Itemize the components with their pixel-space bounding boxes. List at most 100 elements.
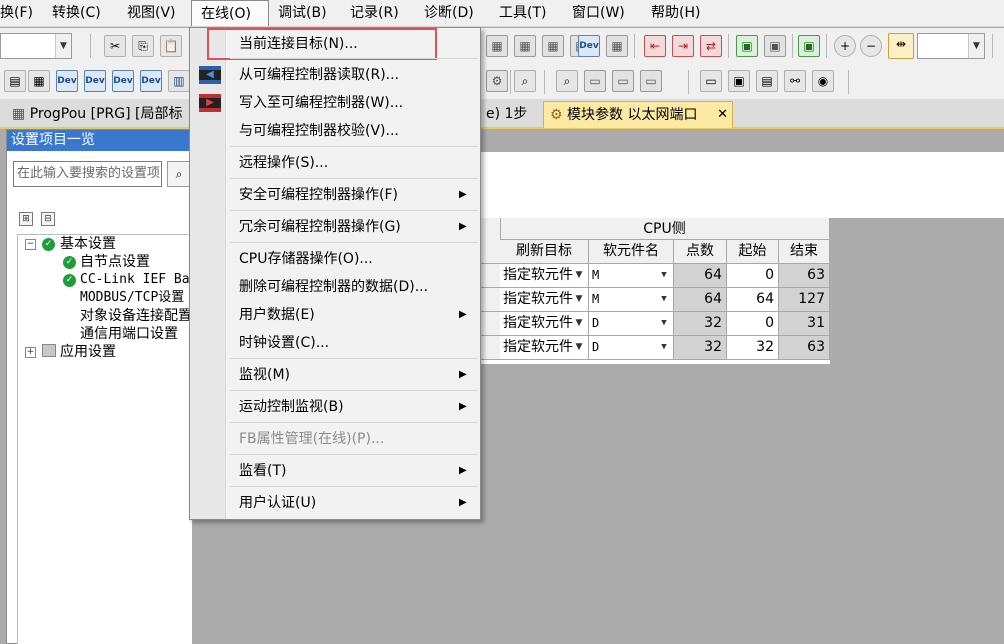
write-plc-icon[interactable]: ⇥ [672,35,694,57]
start-cell[interactable]: 64 [727,288,779,312]
tree-item-basic-settings[interactable]: 基本设置 [60,235,116,253]
start-cell[interactable]: 0 [727,264,779,288]
cross-ref-icon[interactable]: ▭ [612,70,634,92]
tree-item-communication-port[interactable]: 通信用端口设置 [80,325,178,343]
toolbar-separator [510,70,511,94]
collapse-all-icon[interactable]: ⊟ [41,212,55,226]
module-icon[interactable]: ▭ [700,70,722,92]
menu-item-redundant-plc[interactable]: 冗余可编程控制器操作(G) [239,212,469,242]
device-icon[interactable]: Dev [84,70,106,92]
monitor-icon[interactable]: ▦ [486,35,508,57]
save-ladder-icon[interactable]: ▦ [28,70,50,92]
menu-item-cpu-memory[interactable]: CPU存储器操作(O)... [239,244,469,274]
device-name-value: M [592,292,600,306]
tab-program-steps[interactable]: e) 1步 [480,101,533,128]
expand-icon[interactable]: + [25,347,36,358]
device-name-select[interactable]: D ▼ [589,312,674,336]
binoculars-icon[interactable]: ⌕ [167,161,191,187]
disconnect-icon[interactable]: ▣ [764,35,786,57]
settings-icon[interactable]: ⚙ [486,70,508,92]
device-icon[interactable]: Dev [140,70,162,92]
expand-all-icon[interactable]: ⊞ [19,212,33,226]
menu-debug[interactable]: 调试(B) [278,0,327,26]
tree-item-cclink-ief-basic[interactable]: CC-Link IEF Basic设置 [80,271,192,289]
menu-item-read-plc[interactable]: 从可编程控制器读取(R)... [239,60,469,90]
start-cell[interactable]: 0 [727,312,779,336]
menu-convert-partial[interactable]: 换(F) [0,0,33,26]
monitor-write-icon[interactable]: ▦ [542,35,564,57]
menu-online[interactable]: 在线(O) [191,0,269,26]
menu-item-verify-plc[interactable]: 与可编程控制器校验(V)... [239,116,469,146]
device-name-select[interactable]: M ▼ [589,264,674,288]
device-icon[interactable]: Dev [112,70,134,92]
menu-tools[interactable]: 工具(T) [499,0,546,26]
replace-icon[interactable]: ▭ [584,70,606,92]
collapse-icon[interactable]: − [25,239,36,250]
device-name-select[interactable]: M ▼ [589,288,674,312]
copy-icon[interactable]: ⎘ [132,35,154,57]
verify-plc-icon[interactable]: ⇄ [700,35,722,57]
zoom-in-icon[interactable]: + [834,35,856,57]
refresh-target-select[interactable]: 指定软元件 ▼ [500,288,589,312]
device-test-icon[interactable]: ▦ [606,35,628,57]
find-icon[interactable]: ⌕ [514,70,536,92]
menu-help[interactable]: 帮助(H) [651,0,700,26]
menu-item-watch[interactable]: 监看(T) [239,456,469,486]
menu-diagnostics[interactable]: 诊断(D) [424,0,474,26]
zoom-out-icon[interactable]: − [860,35,882,57]
menu-item-clock-setting[interactable]: 时钟设置(C)... [239,328,469,358]
table-icon[interactable]: ▥ [168,70,190,92]
menu-item-user-authentication[interactable]: 用户认证(U) [239,488,469,518]
refresh-target-select[interactable]: 指定软元件 ▼ [500,264,589,288]
zoom-combo[interactable]: ▼ [917,33,985,59]
ladder-icon[interactable]: ▤ [4,70,26,92]
tree-item-application-settings[interactable]: 应用设置 [60,343,116,361]
chevron-down-icon: ▼ [968,34,984,58]
paste-icon[interactable]: 📋 [160,35,182,57]
tree-item-own-node[interactable]: 自节点设置 [80,253,150,271]
refresh-target-select[interactable]: 指定软元件 ▼ [500,336,589,360]
tree-item-modbus-tcp[interactable]: MODBUS/TCP设置 [80,289,184,307]
device-icon[interactable]: Dev [578,35,600,57]
menu-convert[interactable]: 转换(C) [52,0,101,26]
fit-width-icon[interactable]: ⇹ [888,33,914,59]
menu-item-user-data[interactable]: 用户数据(E) [239,300,469,330]
tab-progpou[interactable]: ▦ ProgPou [PRG] [局部标 [6,101,188,128]
list-icon[interactable]: ▭ [640,70,662,92]
network-icon[interactable]: ⚯ [784,70,806,92]
toolbar-combo-left[interactable]: ▼ [0,33,72,59]
cut-icon[interactable]: ✂ [104,35,126,57]
refresh-target-select[interactable]: 指定软元件 ▼ [500,312,589,336]
device-icon[interactable]: Dev [56,70,78,92]
highlight-box [207,28,437,60]
device-name-select[interactable]: D ▼ [589,336,674,360]
module-config-icon[interactable]: ▣ [728,70,750,92]
menu-item-safety-plc[interactable]: 安全可编程控制器操作(F) [239,180,469,210]
menu-item-monitor[interactable]: 监视(M) [239,360,469,390]
menu-item-remote-operation[interactable]: 远程操作(S)... [239,148,469,178]
toolbar-row-2: ▤ ▦ Dev Dev Dev Dev ▥ ⚙ ⌕ ⌕ ▭ ▭ ▭ ▭ ▣ ▤ … [0,64,1004,100]
monitor-stop-icon[interactable]: ▦ [514,35,536,57]
submenu-arrow-icon: ▶ [459,189,467,200]
settings-search-input[interactable]: 在此输入要搜索的设置项 [13,161,162,187]
search-device-icon[interactable]: ⌕ [556,70,578,92]
chevron-down-icon: ▼ [661,342,667,352]
eye-icon[interactable]: ◉ [812,70,834,92]
start-cell[interactable]: 32 [727,336,779,360]
grid-icon[interactable]: ▤ [756,70,778,92]
menu-item-write-plc[interactable]: 写入至可编程控制器(W)... [239,88,469,118]
menu-window[interactable]: 窗口(W) [572,0,625,26]
online-status-icon[interactable]: ▣ [798,35,820,57]
tab-module-parameter[interactable]: ⚙ 模块参数 以太网端口 ✕ [543,101,733,128]
connect-icon[interactable]: ▣ [736,35,758,57]
menu-separator [230,486,478,487]
tree-item-device-connection[interactable]: 对象设备连接配置设置 [80,307,192,325]
menu-record[interactable]: 记录(R) [350,0,399,26]
menu-item-motion-monitor[interactable]: 运动控制监视(B) [239,392,469,422]
points-cell: 32 [674,336,727,360]
menu-separator [230,454,478,455]
menu-view[interactable]: 视图(V) [127,0,176,26]
read-plc-icon[interactable]: ⇤ [644,35,666,57]
menu-item-delete-plc-data[interactable]: 删除可编程控制器的数据(D)... [239,272,469,302]
close-icon[interactable]: ✕ [717,102,728,128]
